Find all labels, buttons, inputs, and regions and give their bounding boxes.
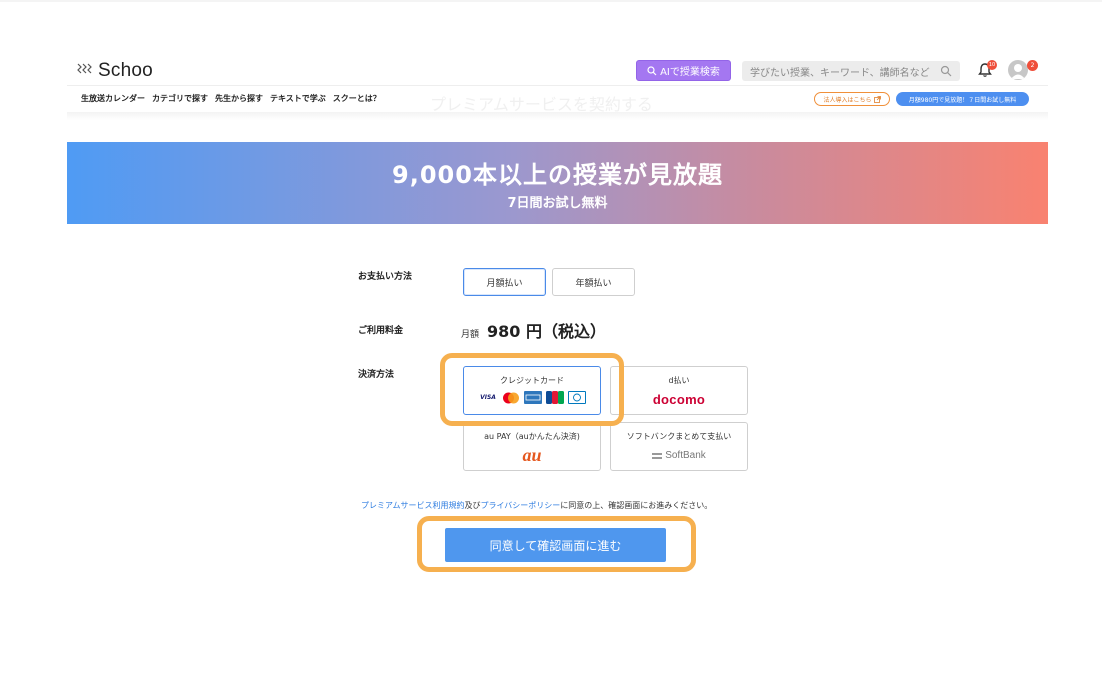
ai-search-label: AIで授業検索 [660,67,720,78]
softbank-payment-option[interactable]: ソフトバンクまとめて支払い SoftBank [610,422,748,471]
nav-text-learning[interactable]: テキストで学ぶ [270,93,326,104]
d-payment-option[interactable]: d払い docomo [610,366,748,415]
diners-icon [568,391,586,404]
terms-rest: に同意の上、確認画面にお進みください。 [560,501,713,510]
header-shadow [67,112,1048,120]
fee-label: ご利用料金 [358,326,404,336]
yearly-payment-option[interactable]: 年額払い [552,268,635,296]
banner-subtitle: 7日間お試し無料 [507,196,608,211]
nav-live-calendar[interactable]: 生放送カレンダー [81,93,145,104]
promo-banner: 9,000本以上の授業が見放題 7日間お試し無料 [67,142,1048,224]
fee-amount: 月額 980 円（税込） [461,318,606,342]
corporate-link-button[interactable]: 法人導入はこちら [814,92,890,106]
schoo-logo-icon [76,62,94,80]
au-logo: au [522,445,542,465]
softbank-payment-title: ソフトバンクまとめて支払い [626,432,732,441]
avatar[interactable] [1008,60,1028,80]
ai-search-button[interactable]: AIで授業検索 [636,60,731,81]
payment-cycle-label: お支払い方法 [358,272,413,282]
credit-card-title: クレジットカード [500,376,564,385]
credit-card-option[interactable]: クレジットカード VISA [463,366,601,415]
search-input[interactable] [742,63,932,84]
window-top-border [0,0,1102,2]
banner-title: 9,000本以上の授業が見放題 [392,161,723,189]
fee-value: 980 円（税込） [487,322,606,341]
terms-of-service-link[interactable]: プレミアムサービス利用規約 [361,501,464,510]
avatar-badge: 2 [1027,60,1038,71]
main-nav: 生放送カレンダー カテゴリで探す 先生から探す テキストで学ぶ スクーとは？ [81,93,381,104]
corporate-link-label: 法人導入はこちら [823,96,872,104]
au-pay-title: au PAY（auかんたん決済) [484,432,580,441]
schoo-logo[interactable]: Schoo [76,60,153,82]
search-box [742,61,960,84]
softbank-mark-icon [652,452,663,459]
agree-and-continue-button[interactable]: 同意して確認画面に進む [445,528,666,562]
nav-category[interactable]: カテゴリで探す [152,93,208,104]
d-payment-title: d払い [668,376,690,385]
site-header: Schoo AIで授業検索 10 2 生放送カレンダー カテゴリで探す 先生から… [67,52,1048,114]
softbank-logo: SoftBank [652,450,706,461]
payment-method-label: 決済方法 [358,370,395,380]
card-brand-logos: VISA [478,391,586,404]
header-divider [67,85,1048,86]
notification-badge: 10 [987,60,997,70]
nav-about[interactable]: スクーとは？ [333,93,381,104]
user-icon [1011,64,1025,79]
softbank-logo-text: SoftBank [665,450,706,461]
visa-icon: VISA [480,394,496,401]
terms-and: 及び [464,501,481,510]
free-trial-button[interactable]: 月額980円で見放題！７日間お試し無料 [896,92,1029,106]
external-link-icon [873,95,881,103]
au-pay-option[interactable]: au PAY（auかんたん決済) au [463,422,601,471]
logo-text: Schoo [98,60,153,81]
docomo-logo: docomo [652,392,706,407]
amex-icon [524,391,542,404]
terms-notice: プレミアムサービス利用規約及びプライバシーポリシーに同意の上、確認画面にお進みく… [361,500,712,511]
jcb-icon [546,391,564,404]
ai-search-icon [647,65,657,75]
mastercard-icon [502,391,520,404]
fee-unit: 月額 [461,330,480,340]
privacy-policy-link[interactable]: プライバシーポリシー [480,501,560,510]
search-icon[interactable] [940,65,952,77]
nav-teachers[interactable]: 先生から探す [215,93,263,104]
monthly-payment-option[interactable]: 月額払い [463,268,546,296]
